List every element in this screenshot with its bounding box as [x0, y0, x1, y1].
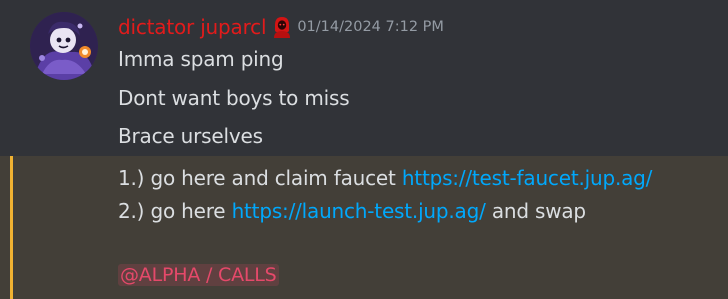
red-hooded-figure-icon[interactable]: [273, 16, 291, 38]
step1-text: 1.) go here and claim faucet: [118, 166, 402, 190]
username[interactable]: dictator juparcl: [118, 15, 267, 39]
launch-link[interactable]: https://launch-test.jup.ag/: [232, 199, 486, 223]
step2-suffix: and swap: [485, 199, 586, 223]
mention-indicator-bar: [10, 156, 13, 299]
role-mention[interactable]: @ALPHA / CALLS: [118, 264, 279, 286]
message-line: Imma spam ping: [118, 47, 284, 71]
timestamp: 01/14/2024 7:12 PM: [297, 19, 444, 35]
message-header: dictator juparcl 01/14/2024 7:12 PM: [118, 12, 444, 42]
message-group: dictator juparcl 01/14/2024 7:12 PM Imma…: [0, 0, 728, 299]
avatar[interactable]: [30, 12, 98, 80]
message-line-step1: 1.) go here and claim faucet https://tes…: [118, 166, 652, 190]
step2-text: 2.) go here: [118, 199, 232, 223]
message-line: Dont want boys to miss: [118, 86, 350, 110]
avatar-character-icon: [30, 12, 98, 80]
message-line-mention: @ALPHA / CALLS: [118, 262, 279, 286]
message-line: Brace urselves: [118, 124, 263, 148]
faucet-link[interactable]: https://test-faucet.jup.ag/: [402, 166, 653, 190]
message-line-step2: 2.) go here https://launch-test.jup.ag/ …: [118, 199, 586, 223]
